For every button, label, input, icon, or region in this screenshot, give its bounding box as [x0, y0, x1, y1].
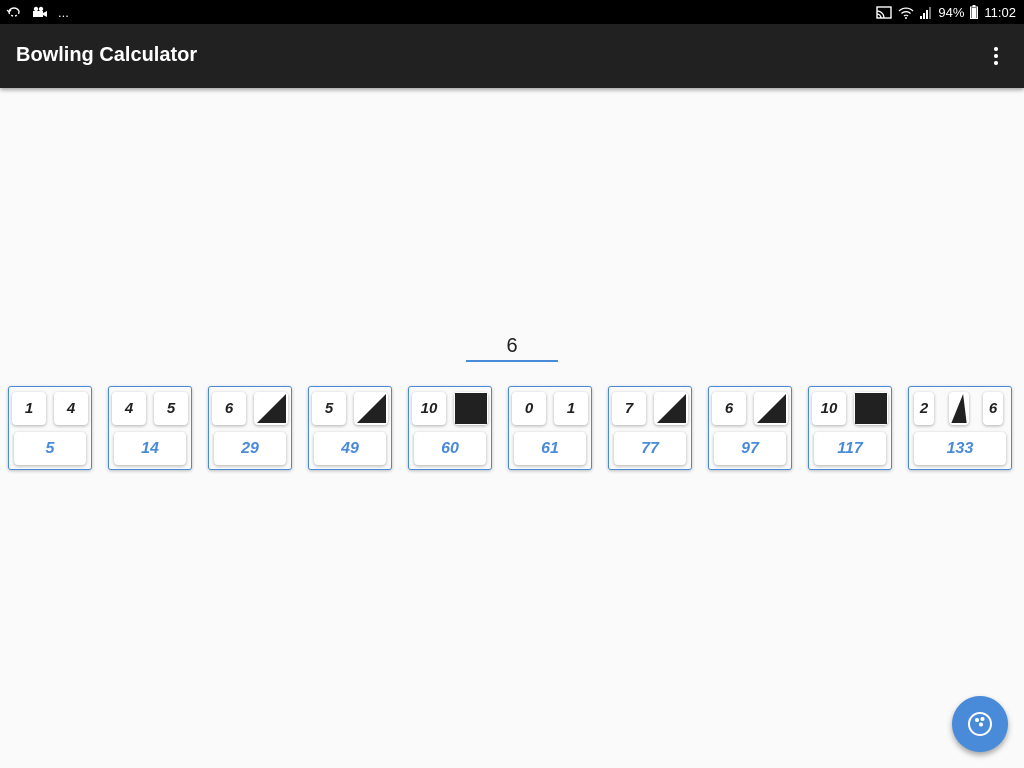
status-right: 94% 11:02	[876, 4, 1016, 20]
frame-total: 60	[414, 432, 486, 465]
ball-1-pins: 2	[914, 392, 934, 425]
status-time: 11:02	[984, 4, 1016, 20]
frame-7[interactable]: 7 77	[608, 386, 692, 470]
ball-2-pins: 5	[154, 392, 188, 425]
ball-1-pins: 4	[112, 392, 146, 425]
ball-1-pins: 6	[712, 392, 746, 425]
app-title: Bowling Calculator	[16, 44, 198, 66]
frame-8[interactable]: 6 97	[708, 386, 792, 470]
pin-count-input[interactable]	[466, 332, 558, 362]
status-left: ...	[6, 4, 69, 20]
frame-9[interactable]: 10 117	[808, 386, 892, 470]
battery-icon	[970, 5, 979, 19]
frame-total: 133	[914, 432, 1006, 465]
frame-total: 117	[814, 432, 886, 465]
frame-5[interactable]: 10 60	[408, 386, 492, 470]
more-vert-icon[interactable]	[984, 44, 1008, 68]
ball-1-pins: 6	[212, 392, 246, 425]
ball-1-pins: 10	[412, 392, 446, 425]
ball-1-pins: 10	[812, 392, 846, 425]
frame-total: 14	[114, 432, 186, 465]
frame-10[interactable]: 2 6 133	[908, 386, 1012, 470]
frame-6[interactable]: 0 1 61	[508, 386, 592, 470]
ball-1-pins: 0	[512, 392, 546, 425]
spare-mark	[254, 392, 288, 425]
spare-mark	[654, 392, 688, 425]
strike-mark	[854, 392, 888, 425]
signal-icon	[920, 6, 932, 19]
frame-total: 29	[214, 432, 286, 465]
rotate-icon	[6, 6, 22, 18]
frame-4[interactable]: 5 49	[308, 386, 392, 470]
ball-2-pins: 4	[54, 392, 88, 425]
battery-percent: 94%	[938, 4, 965, 20]
app-bar: Bowling Calculator	[0, 24, 1024, 88]
frame-total: 77	[614, 432, 686, 465]
frame-2[interactable]: 4 5 14	[108, 386, 192, 470]
ball-1-pins: 5	[312, 392, 346, 425]
frame-total: 61	[514, 432, 586, 465]
video-camera-icon	[32, 6, 48, 18]
ball-1-pins: 7	[612, 392, 646, 425]
score-frames: 1 4 5 4 5 14 6 29 5 49 10 60 0 1 61 7 77 6 97 10 117 2 6 133	[8, 386, 1016, 470]
cast-icon	[876, 5, 893, 19]
frame-1[interactable]: 14 5	[8, 386, 92, 470]
spare-mark	[354, 392, 388, 425]
ball-3-pins: 6	[983, 392, 1003, 425]
frame-total: 97	[714, 432, 786, 465]
status-bar: ... 94% 11:02	[0, 0, 1024, 24]
status-more: ...	[58, 4, 69, 20]
spare-mark	[949, 392, 969, 425]
frame-total: 5	[14, 432, 86, 465]
frame-3[interactable]: 6 29	[208, 386, 292, 470]
ball-2-pins: 1	[554, 392, 588, 425]
wifi-icon	[898, 6, 914, 19]
spare-mark	[754, 392, 788, 425]
frame-total: 49	[314, 432, 386, 465]
pin-input-wrapper	[466, 332, 558, 362]
strike-mark	[454, 392, 488, 425]
ball-1-pins: 1	[12, 392, 46, 425]
bowling-ball-icon[interactable]	[952, 696, 1008, 752]
